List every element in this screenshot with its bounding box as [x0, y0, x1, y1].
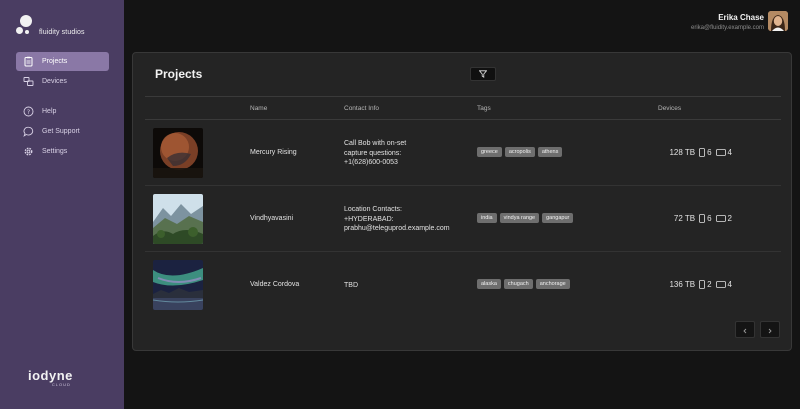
tag[interactable]: greece — [477, 147, 502, 157]
tablet-count: 4 — [727, 148, 732, 157]
tag-list: greece acropolis athens — [477, 147, 563, 157]
column-header-name[interactable]: Name — [250, 105, 267, 112]
tag[interactable]: acropolis — [504, 147, 535, 157]
tag[interactable]: alaska — [477, 279, 501, 289]
contact-line: +1(628)600-0053 — [344, 159, 398, 166]
table-row[interactable]: Mercury Rising Call Bob with on-set capt… — [145, 120, 781, 186]
phone-count: 6 — [707, 148, 712, 157]
contact-info: Call Bob with on-set capture questions: … — [344, 139, 464, 168]
brand-logo[interactable]: fluidity studios — [16, 15, 85, 37]
sidebar-nav: Projects Devices ? Help Get Support Sett — [16, 52, 109, 162]
chevron-left-icon — [742, 321, 748, 339]
sidebar-item-get-support[interactable]: Get Support — [16, 122, 109, 141]
help-circle-icon: ? — [23, 106, 34, 117]
tag-list: india vindya range gangapur — [477, 213, 574, 223]
phone-icon — [699, 148, 705, 157]
project-thumbnail — [153, 194, 203, 244]
sidebar-item-label: Settings — [42, 148, 68, 155]
tag[interactable]: india — [477, 213, 497, 223]
svg-text:?: ? — [27, 108, 30, 116]
contact-line: Call Bob with on-set — [344, 140, 407, 147]
tablet-count-group: 2 — [715, 214, 732, 223]
phone-count-group: 6 — [699, 148, 712, 157]
user-name: Erika Chase — [718, 13, 764, 22]
contact-line: +HYDERABAD: — [344, 215, 394, 223]
phone-count-group: 6 — [699, 214, 712, 223]
filter-icon — [478, 65, 488, 83]
project-thumbnail — [153, 128, 203, 178]
tag[interactable]: chugach — [503, 279, 533, 289]
table-row[interactable]: Vindhyavasini Location Contacts: +HYDERA… — [145, 186, 781, 252]
tag[interactable]: athens — [537, 147, 563, 157]
contact-info: TBD — [344, 281, 464, 291]
storage-total: 72 TB — [673, 214, 696, 223]
sidebar-item-settings[interactable]: Settings — [16, 142, 109, 161]
contact-line: Location Contacts: — [344, 206, 402, 213]
sidebar: fluidity studios Projects Devices ? Help — [0, 0, 124, 409]
tablet-count: 2 — [727, 214, 732, 223]
tablet-icon — [715, 215, 726, 222]
brand-name: fluidity studios — [39, 29, 85, 36]
project-name: Vindhyavasini — [250, 215, 294, 222]
sidebar-item-projects[interactable]: Projects — [16, 52, 109, 71]
storage-total: 136 TB — [669, 280, 696, 289]
phone-count: 2 — [707, 280, 712, 289]
brand-mark-icon — [16, 15, 36, 37]
storage-total: 128 TB — [669, 148, 696, 157]
phone-count-group: 2 — [699, 280, 712, 289]
sidebar-item-help[interactable]: ? Help — [16, 102, 109, 121]
chevron-right-icon — [767, 321, 773, 339]
tablet-icon — [715, 281, 726, 288]
table-row[interactable]: Valdez Cordova TBD alaska chugach anchor… — [145, 252, 781, 318]
phone-count: 6 — [707, 214, 712, 223]
contact-line: TBD — [344, 282, 358, 289]
project-thumbnail — [153, 260, 203, 310]
project-name: Mercury Rising — [250, 149, 297, 156]
previous-page-button[interactable] — [735, 321, 755, 338]
phone-icon — [699, 280, 705, 289]
tag[interactable]: gangapur — [542, 213, 574, 223]
contact-info: Location Contacts: +HYDERABAD: prabhu@te… — [344, 205, 464, 234]
sidebar-item-label: Get Support — [42, 128, 80, 135]
iodyne-cloud-logo: iodyne CLOUD — [28, 369, 73, 387]
table-header: Name Contact Info Tags Devices — [145, 96, 781, 120]
tablet-icon — [715, 149, 726, 156]
devices-icon — [23, 76, 34, 87]
gear-icon — [23, 146, 34, 157]
tag[interactable]: vindya range — [499, 213, 540, 223]
sidebar-item-label: Help — [42, 108, 57, 115]
avatar[interactable] — [768, 11, 788, 31]
contact-line: prabhu@teleguprod.example.com — [344, 225, 450, 232]
user-info[interactable]: Erika Chase erika@fluidity.example.com — [691, 13, 764, 31]
clipboard-icon — [23, 56, 34, 67]
user-email: erika@fluidity.example.com — [690, 25, 764, 31]
tag-list: alaska chugach anchorage — [477, 279, 570, 289]
page-title: Projects — [155, 67, 203, 81]
contact-line: capture questions: — [344, 149, 402, 157]
column-header-devices[interactable]: Devices — [658, 105, 681, 112]
phone-icon — [699, 214, 705, 223]
tablet-count-group: 4 — [715, 148, 732, 157]
sidebar-item-devices[interactable]: Devices — [16, 72, 109, 91]
sidebar-item-label: Devices — [42, 78, 67, 85]
tag[interactable]: anchorage — [535, 279, 570, 289]
tablet-count: 4 — [727, 280, 732, 289]
column-header-contact[interactable]: Contact Info — [344, 105, 379, 112]
device-summary: 136 TB 2 4 — [669, 280, 732, 289]
sidebar-item-label: Projects — [42, 58, 68, 65]
device-summary: 128 TB 6 4 — [669, 148, 732, 157]
project-name: Valdez Cordova — [250, 281, 300, 288]
footer-logo-word: iodyne — [28, 368, 73, 383]
next-page-button[interactable] — [760, 321, 780, 338]
projects-panel: Projects Name Contact Info Tags Devices … — [132, 52, 792, 351]
filter-button[interactable] — [470, 67, 496, 81]
device-summary: 72 TB 6 2 — [674, 214, 732, 223]
column-header-tags[interactable]: Tags — [477, 105, 491, 112]
tablet-count-group: 4 — [715, 280, 732, 289]
chat-bubble-icon — [23, 126, 34, 137]
